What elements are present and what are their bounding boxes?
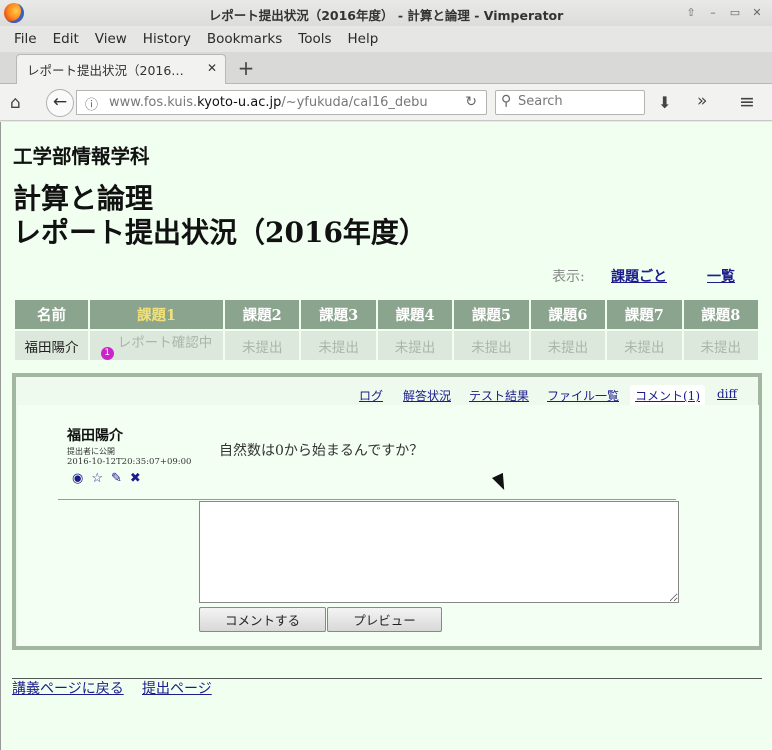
menu-bookmarks[interactable]: Bookmarks xyxy=(199,31,290,47)
window-controls: ⇧ – ▭ ✕ xyxy=(682,4,766,22)
url-path: /~yfukuda/cal16_debu xyxy=(281,95,428,110)
task7-status[interactable]: 未提出 xyxy=(607,331,682,360)
tab-diff[interactable]: diff xyxy=(717,387,737,401)
table-header-row: 名前 課題1 課題2 課題3 課題4 課題5 課題6 課題7 課題8 xyxy=(15,300,758,329)
department-heading: 工学部情報学科 xyxy=(13,145,150,168)
task8-status[interactable]: 未提出 xyxy=(683,331,758,360)
overflow-chevron-icon[interactable]: » xyxy=(697,91,707,111)
task1-status: レポート確認中 xyxy=(117,335,213,351)
search-icon: ⚲ xyxy=(501,93,512,109)
edit-icon[interactable]: ✎ xyxy=(111,471,122,486)
tab-comments[interactable]: コメント(1) xyxy=(630,385,705,406)
search-input[interactable] xyxy=(518,94,640,109)
back-to-lecture-link[interactable]: 講義ページに戻る xyxy=(12,678,124,698)
task5-status[interactable]: 未提出 xyxy=(454,331,529,360)
header-task5[interactable]: 課題5 xyxy=(454,300,529,329)
preview-button[interactable]: プレビュー xyxy=(327,607,442,632)
student-name: 福田陽介 xyxy=(15,331,88,360)
comment-author: 福田陽介 xyxy=(67,428,123,444)
back-arrow-icon: ← xyxy=(52,92,68,112)
delete-icon[interactable]: ✖ xyxy=(130,471,141,486)
submit-comment-button[interactable]: コメントする xyxy=(199,607,326,632)
search-box[interactable]: ⚲ xyxy=(495,90,645,115)
window-title: レポート提出状況（2016年度） - 計算と論理 - Vimperator xyxy=(208,8,564,23)
menu-history[interactable]: History xyxy=(135,31,199,47)
view-list-link[interactable]: 一覧 xyxy=(707,266,735,286)
menu-tools[interactable]: Tools xyxy=(290,31,339,47)
navigation-toolbar: ⌂ ← ⓘ www.fos.kuis.kyoto-u.ac.jp/~yfukud… xyxy=(0,84,772,121)
header-task7[interactable]: 課題7 xyxy=(607,300,682,329)
tab-close-icon[interactable]: ✕ xyxy=(207,61,217,75)
tab-report-status[interactable]: レポート提出状況（2016… ✕ xyxy=(16,54,226,84)
header-task8[interactable]: 課題8 xyxy=(683,300,758,329)
header-name: 名前 xyxy=(15,300,88,329)
tab-bar: レポート提出状況（2016… ✕ + xyxy=(0,52,772,84)
comment-actions: ◉ ☆ ✎ ✖ xyxy=(72,471,141,486)
menu-file[interactable]: File xyxy=(6,31,45,47)
url-prefix: www.fos.kuis. xyxy=(109,95,198,110)
download-icon[interactable]: ⬇ xyxy=(658,93,671,112)
tab-title: レポート提出状況（2016… xyxy=(27,63,184,78)
task3-status[interactable]: 未提出 xyxy=(301,331,376,360)
info-icon[interactable]: ⓘ xyxy=(85,94,98,113)
table-row: 福田陽介 1レポート確認中 未提出 未提出 未提出 未提出 未提出 未提出 未提… xyxy=(15,331,758,360)
page-content: 工学部情報学科 計算と論理 レポート提出状況（2016年度） 表示: 課題ごと … xyxy=(0,122,772,750)
window-maximize-icon[interactable]: ▭ xyxy=(726,4,744,22)
page-title-status: レポート提出状況（2016年度） xyxy=(13,216,427,249)
header-task1[interactable]: 課題1 xyxy=(90,300,223,329)
comment-area: 福田陽介 提出者に公開 2016-10-12T20:35:07+09:00 自然… xyxy=(18,405,759,646)
divider xyxy=(58,499,676,500)
task6-status[interactable]: 未提出 xyxy=(530,331,606,360)
menu-edit[interactable]: Edit xyxy=(45,31,87,47)
comment-timestamp: 2016-10-12T20:35:07+09:00 xyxy=(67,457,192,467)
eye-icon[interactable]: ◉ xyxy=(72,471,83,486)
menu-bar: File Edit View History Bookmarks Tools H… xyxy=(0,26,772,52)
window-up-icon[interactable]: ⇧ xyxy=(682,4,700,22)
tab-file-list[interactable]: ファイル一覧 xyxy=(547,387,619,404)
footer-divider xyxy=(12,678,762,679)
view-label: 表示: xyxy=(552,269,585,285)
view-by-task-link[interactable]: 課題ごと xyxy=(611,266,667,286)
new-tab-button[interactable]: + xyxy=(236,56,256,80)
comment-text: 自然数は0から始まるんですか？ xyxy=(219,443,424,459)
window-titlebar: レポート提出状況（2016年度） - 計算と論理 - Vimperator ⇧ … xyxy=(0,0,772,26)
tab-log[interactable]: ログ xyxy=(359,387,383,404)
reload-icon[interactable]: ↻ xyxy=(465,94,477,110)
url-text[interactable]: www.fos.kuis.kyoto-u.ac.jp/~yfukuda/cal1… xyxy=(109,95,431,110)
detail-panel: ログ 解答状況 テスト結果 ファイル一覧 コメント(1) diff 福田陽介 提… xyxy=(12,373,762,650)
window-minimize-icon[interactable]: – xyxy=(704,4,722,22)
submission-table: 名前 課題1 課題2 課題3 課題4 課題5 課題6 課題7 課題8 福田陽介 … xyxy=(13,298,760,362)
task4-status[interactable]: 未提出 xyxy=(377,331,453,360)
header-task3[interactable]: 課題3 xyxy=(301,300,376,329)
url-bar[interactable]: ⓘ www.fos.kuis.kyoto-u.ac.jp/~yfukuda/ca… xyxy=(76,90,487,115)
menu-view[interactable]: View xyxy=(87,31,135,47)
url-domain: kyoto-u.ac.jp xyxy=(197,95,282,110)
hamburger-menu-icon[interactable]: ≡ xyxy=(739,91,755,113)
home-icon[interactable]: ⌂ xyxy=(10,93,21,113)
tab-test-results[interactable]: テスト結果 xyxy=(469,387,529,404)
window-close-icon[interactable]: ✕ xyxy=(748,4,766,22)
submission-page-link[interactable]: 提出ページ xyxy=(142,678,212,698)
header-task6[interactable]: 課題6 xyxy=(530,300,606,329)
task2-status[interactable]: 未提出 xyxy=(225,331,300,360)
menu-help[interactable]: Help xyxy=(340,31,387,47)
header-task4[interactable]: 課題4 xyxy=(377,300,453,329)
back-button[interactable]: ← xyxy=(46,89,74,117)
task1-status-cell[interactable]: 1レポート確認中 xyxy=(90,331,223,360)
notification-badge: 1 xyxy=(100,347,114,360)
comment-textarea[interactable] xyxy=(199,501,679,603)
header-task2[interactable]: 課題2 xyxy=(225,300,300,329)
tab-answer-status[interactable]: 解答状況 xyxy=(403,387,451,404)
star-icon[interactable]: ☆ xyxy=(91,471,103,486)
page-title-course: 計算と論理 xyxy=(13,182,154,215)
comment-visibility: 提出者に公開 xyxy=(67,447,115,456)
